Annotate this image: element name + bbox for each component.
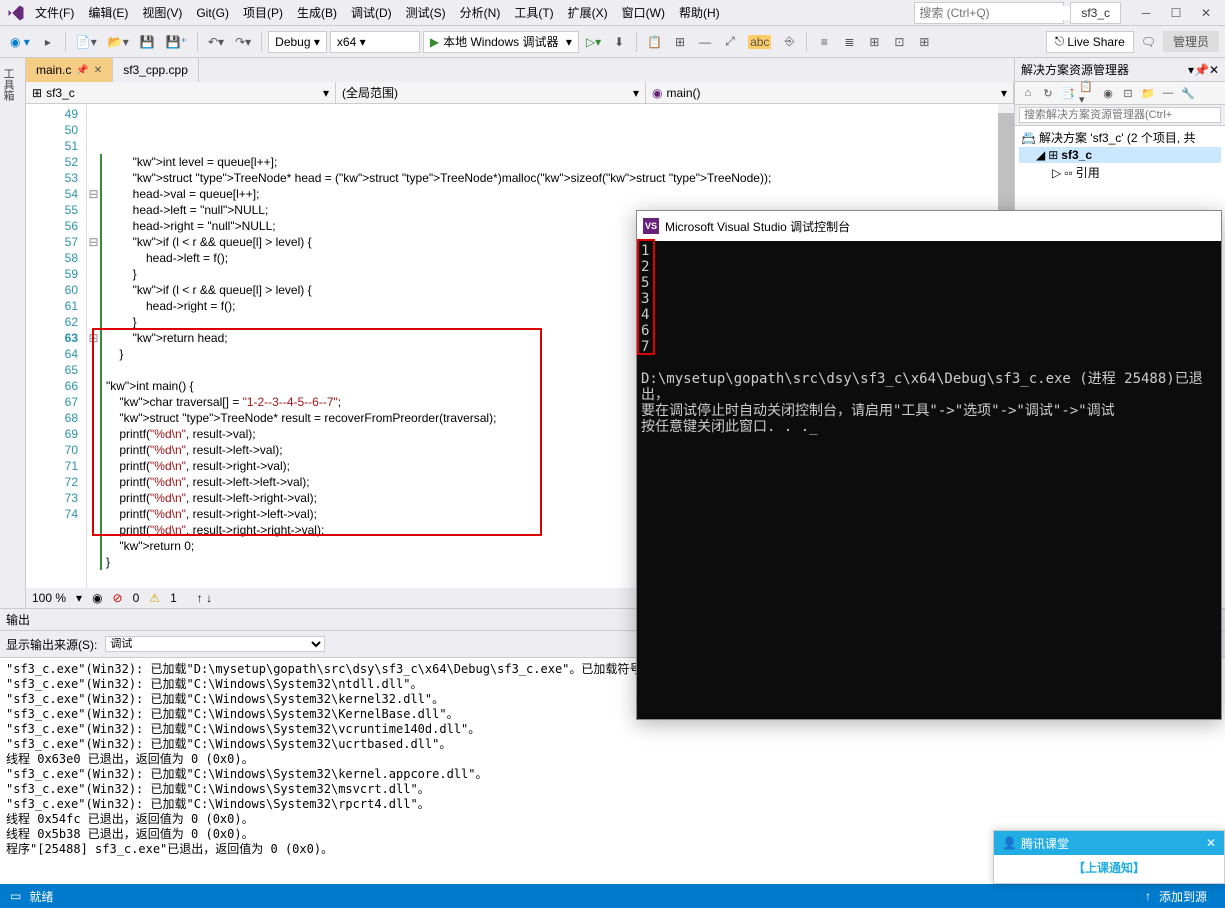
tencent-notice-text[interactable]: 【上课通知】 (994, 855, 1224, 880)
tool-icon[interactable]: ◉ (1099, 84, 1117, 102)
tree-solution-root[interactable]: 📇解决方案 'sf3_c' (2 个项目, 共 (1019, 128, 1221, 147)
admin-badge: 管理员 (1163, 31, 1219, 52)
close-button[interactable]: ✕ (1191, 2, 1221, 24)
vs-logo-icon (4, 1, 28, 25)
step-button[interactable]: ▷▾ (582, 31, 605, 53)
zoom-level[interactable]: 100 % (32, 591, 66, 605)
console-output[interactable]: 1 2 5 3 4 6 7 D:\mysetup\gopath\src\dsy\… (637, 241, 1221, 719)
output-source-label: 显示输出来源(S): (6, 636, 97, 653)
tool-icon[interactable]: 📁 (1139, 84, 1157, 102)
error-count-icon[interactable]: ⊘ (113, 591, 123, 605)
search-box[interactable]: 🔍 (914, 2, 1064, 24)
home-icon[interactable]: ⌂ (1019, 84, 1037, 102)
tree-project[interactable]: ◢⊞sf3_c (1019, 147, 1221, 163)
toolbox-sidebar[interactable]: 工具箱 (0, 58, 26, 608)
tool-icon[interactable]: 📑 (1059, 84, 1077, 102)
debug-console-window[interactable]: VS Microsoft Visual Studio 调试控制台 1 2 5 3… (636, 210, 1222, 720)
save-button[interactable]: 💾 (136, 31, 159, 53)
tool-btn-2[interactable]: ⊞ (669, 31, 691, 53)
tool-btn-4[interactable]: ⤢ (719, 31, 741, 53)
share-icon: ⎋ (1055, 34, 1065, 49)
tool-btn-10[interactable]: ⊡ (888, 31, 910, 53)
solution-panel-title: 解决方案资源管理器 (1021, 61, 1188, 78)
platform-dropdown[interactable]: x64 ▾ (330, 31, 420, 53)
panel-pin-icon[interactable]: 📌 (1194, 63, 1209, 77)
project-tag[interactable]: sf3_c (1070, 2, 1121, 24)
nav-function-dropdown[interactable]: ◉main()▾ (646, 82, 1014, 103)
tencent-icon: 👤 (1002, 836, 1017, 850)
sync-icon[interactable]: ↻ (1039, 84, 1057, 102)
tool-icon[interactable]: ⊡ (1119, 84, 1137, 102)
tool-btn-3[interactable]: — (694, 31, 716, 53)
stop-button[interactable]: ⬇ (608, 31, 630, 53)
editor-tabs: main.c 📌 ✕ sf3_cpp.cpp (26, 58, 1014, 82)
menu-project[interactable]: 项目(P) (236, 1, 290, 24)
menu-view[interactable]: 视图(V) (135, 1, 189, 24)
tencent-close-button[interactable]: ✕ (1206, 836, 1216, 850)
tool-btn-7[interactable]: ≡ (813, 31, 835, 53)
save-all-button[interactable]: 💾⁺ (162, 31, 191, 53)
solution-search-input[interactable] (1019, 107, 1221, 123)
status-ready: 就绪 (21, 888, 61, 905)
menu-test[interactable]: 测试(S) (399, 1, 453, 24)
menu-build[interactable]: 生成(B) (290, 1, 344, 24)
solution-toolbar: ⌂ ↻ 📑 📋▾ ◉ ⊡ 📁 — 🔧 (1015, 82, 1225, 105)
start-debug-button[interactable]: ▶ 本地 Windows 调试器 ▾ (423, 31, 579, 53)
toolbar: ◉ ▾ ▸ 📄▾ 📂▾ 💾 💾⁺ ↶▾ ↷▾ Debug ▾ x64 ▾ ▶ 本… (0, 26, 1225, 58)
tab-main-c[interactable]: main.c 📌 ✕ (26, 58, 113, 82)
new-file-button[interactable]: 📄▾ (72, 31, 101, 53)
pin-icon[interactable]: 📌 (76, 65, 88, 76)
redo-button[interactable]: ↷▾ (231, 31, 255, 53)
tool-btn-6[interactable]: ⎆ (778, 31, 800, 53)
tab-sf3-cpp[interactable]: sf3_cpp.cpp (113, 58, 199, 82)
output-source-dropdown[interactable]: 调试 (105, 636, 325, 652)
console-title-bar[interactable]: VS Microsoft Visual Studio 调试控制台 (637, 211, 1221, 241)
menu-analyze[interactable]: 分析(N) (453, 1, 508, 24)
play-icon: ▶ (430, 35, 439, 49)
line-numbers: 4950515253545556575859606162636465666768… (26, 104, 86, 588)
minimize-button[interactable]: ─ (1131, 2, 1161, 24)
tool-btn-9[interactable]: ⊞ (863, 31, 885, 53)
console-app-icon: VS (643, 218, 659, 234)
warning-count-icon[interactable]: ⚠ (149, 591, 160, 605)
menu-extensions[interactable]: 扩展(X) (561, 1, 615, 24)
search-input[interactable] (919, 6, 1074, 20)
wrench-icon[interactable]: 🔧 (1179, 84, 1197, 102)
menu-git[interactable]: Git(G) (189, 3, 236, 23)
open-file-button[interactable]: 📂▾ (104, 31, 133, 53)
feedback-button[interactable]: 🗨 (1137, 31, 1160, 53)
tool-btn-8[interactable]: ≣ (838, 31, 860, 53)
menu-file[interactable]: 文件(F) (28, 1, 81, 24)
panel-close-icon[interactable]: ✕ (1209, 63, 1219, 77)
nav-back-button[interactable]: ◉ ▾ (6, 31, 34, 53)
status-add-source[interactable]: 添加到源 (1151, 888, 1215, 905)
live-share-button[interactable]: ⎋ Live Share (1046, 31, 1134, 53)
tool-btn-5[interactable]: abc (744, 31, 775, 53)
tool-icon[interactable]: 📋▾ (1079, 84, 1097, 102)
nav-forward-button[interactable]: ▸ (37, 31, 59, 53)
tool-icon[interactable]: — (1159, 84, 1177, 102)
ready-indicator-icon: ▭ (10, 889, 21, 903)
menu-window[interactable]: 窗口(W) (615, 1, 672, 24)
config-dropdown[interactable]: Debug ▾ (268, 31, 327, 53)
nav-project-dropdown[interactable]: ⊞sf3_c▾ (26, 82, 336, 103)
tool-btn-11[interactable]: ⊞ (913, 31, 935, 53)
status-bar: ▭ 就绪 ↑ 添加到源 (0, 884, 1225, 908)
tree-references[interactable]: ▷▫▫引用 (1019, 163, 1221, 182)
nav-scope-dropdown[interactable]: (全局范围)▾ (336, 82, 646, 103)
tool-btn-1[interactable]: 📋 (643, 31, 666, 53)
nav-indicator-icon[interactable]: ◉ (92, 591, 102, 605)
menu-edit[interactable]: 编辑(E) (81, 1, 135, 24)
menu-help[interactable]: 帮助(H) (672, 1, 727, 24)
menu-bar: 文件(F) 编辑(E) 视图(V) Git(G) 项目(P) 生成(B) 调试(… (0, 0, 1225, 26)
menu-debug[interactable]: 调试(D) (344, 1, 399, 24)
fold-gutter[interactable]: ⊟⊟⊟ (86, 104, 100, 588)
close-icon[interactable]: ✕ (94, 65, 102, 76)
menu-tools[interactable]: 工具(T) (507, 1, 560, 24)
undo-button[interactable]: ↶▾ (204, 31, 228, 53)
maximize-button[interactable]: ☐ (1161, 2, 1191, 24)
tencent-notification: 👤 腾讯课堂 ✕ 【上课通知】 (993, 830, 1225, 884)
output-title: 输出 (6, 611, 30, 628)
